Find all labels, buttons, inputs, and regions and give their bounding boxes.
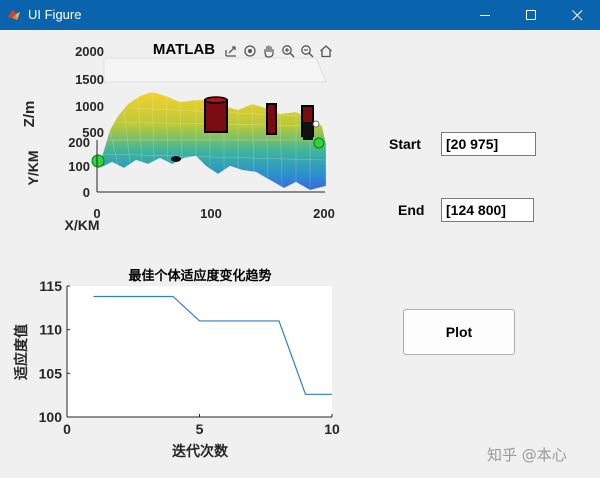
path-node-marker bbox=[312, 120, 320, 128]
fitness-chart-axes[interactable]: 0 5 10 115 110 105 100 最佳个体适应度变化趋势 迭代次数 适应度值 bbox=[0, 256, 360, 478]
y-tick-label: 200 bbox=[68, 135, 90, 150]
maximize-icon bbox=[525, 9, 536, 20]
home-icon bbox=[320, 45, 332, 58]
zoom-out-button[interactable] bbox=[298, 42, 316, 60]
plot-button[interactable]: Plot bbox=[403, 309, 515, 355]
plot-button-label: Plot bbox=[445, 324, 473, 340]
rotate-icon bbox=[244, 45, 256, 57]
z-tick-label: 2000 bbox=[75, 44, 104, 59]
z-axis-label: Z/m bbox=[21, 101, 38, 128]
y-tick-label: 115 bbox=[39, 278, 62, 294]
x-tick-label: 200 bbox=[313, 206, 335, 221]
z-tick-label: 1500 bbox=[75, 72, 104, 87]
chart-y-axis-label: 适应度值 bbox=[13, 324, 30, 380]
figure-client-area: 2000 1500 1000 500 Z/m 200 100 0 Y/KM 0 … bbox=[0, 30, 600, 478]
x-tick-label: 100 bbox=[200, 206, 222, 221]
x-tick-label: 0 bbox=[63, 421, 71, 437]
minimize-button[interactable] bbox=[462, 0, 508, 30]
terrain-3d-plot: 2000 1500 1000 500 Z/m 200 100 0 Y/KM 0 … bbox=[21, 41, 335, 233]
end-input[interactable] bbox=[441, 198, 534, 222]
start-input[interactable] bbox=[441, 132, 536, 156]
home-button[interactable] bbox=[317, 42, 335, 60]
start-point-marker bbox=[91, 154, 105, 168]
fitness-chart: 0 5 10 115 110 105 100 最佳个体适应度变化趋势 迭代次数 适应度值 bbox=[13, 268, 340, 460]
zoom-in-icon bbox=[282, 45, 295, 58]
title-bar: UI Figure bbox=[0, 0, 600, 30]
watermark-text: 知乎 @本心 bbox=[487, 446, 567, 464]
chart-plot-area bbox=[67, 286, 332, 417]
x-tick-label: 10 bbox=[324, 421, 340, 437]
y-tick-label: 0 bbox=[83, 185, 90, 200]
terrain-3d-axes[interactable]: 2000 1500 1000 500 Z/m 200 100 0 Y/KM 0 … bbox=[0, 30, 360, 242]
pan-icon bbox=[264, 45, 274, 58]
axes-back-plane bbox=[103, 57, 327, 83]
y-tick-label: 100 bbox=[68, 159, 90, 174]
export-icon bbox=[225, 46, 236, 57]
x-tick-label: 5 bbox=[196, 421, 204, 437]
y-tick-label: 105 bbox=[39, 365, 63, 381]
chart-title: 最佳个体适应度变化趋势 bbox=[128, 268, 271, 284]
axes-toolbar bbox=[222, 42, 335, 60]
pan-button[interactable] bbox=[260, 42, 278, 60]
start-label: Start bbox=[389, 136, 421, 152]
export-button[interactable] bbox=[222, 42, 240, 60]
close-button[interactable] bbox=[554, 0, 600, 30]
zoom-in-button[interactable] bbox=[279, 42, 297, 60]
maximize-button[interactable] bbox=[508, 0, 554, 30]
y-tick-label: 100 bbox=[39, 409, 63, 425]
zoom-out-icon bbox=[301, 45, 314, 58]
z-tick-label: 1000 bbox=[75, 99, 104, 114]
chart-x-axis-label: 迭代次数 bbox=[172, 443, 229, 460]
x-axis-label: X/KM bbox=[65, 217, 100, 233]
minimize-icon bbox=[479, 14, 490, 16]
window-title: UI Figure bbox=[28, 7, 82, 22]
axes3d-title: MATLAB bbox=[153, 41, 215, 58]
y-tick-label: 110 bbox=[39, 322, 62, 338]
matlab-logo-icon bbox=[8, 10, 20, 20]
rotate-button[interactable] bbox=[241, 42, 259, 60]
end-label: End bbox=[398, 202, 425, 218]
end-point-marker bbox=[313, 137, 325, 149]
close-icon bbox=[571, 9, 582, 20]
y-axis-label: Y/KM bbox=[25, 151, 41, 186]
